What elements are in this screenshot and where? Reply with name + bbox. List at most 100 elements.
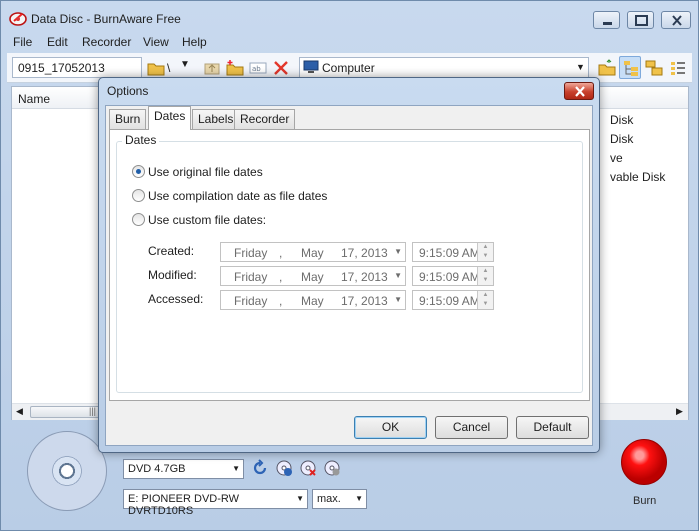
delete-icon[interactable] xyxy=(272,59,290,77)
list-item[interactable]: Disk xyxy=(610,132,633,146)
radio-button[interactable] xyxy=(132,213,145,226)
disc-icon xyxy=(27,431,107,511)
separator: , xyxy=(279,270,283,284)
minimize-icon xyxy=(603,22,612,25)
speed-select[interactable]: max. ▼ xyxy=(312,489,367,509)
chevron-down-icon: ▼ xyxy=(394,271,402,280)
spin-buttons[interactable]: ▲ ▼ xyxy=(477,243,493,261)
group-label: Dates xyxy=(122,133,160,147)
tab-recorder[interactable]: Recorder xyxy=(234,109,296,129)
speed-value: max. xyxy=(317,493,341,505)
computer-icon xyxy=(303,60,319,73)
drive-select[interactable]: E: PIONEER DVD-RW DVRTD10RS ▼ xyxy=(123,489,308,517)
rename-icon[interactable]: ab xyxy=(249,59,267,77)
erase-disc-icon[interactable] xyxy=(299,459,317,477)
maximize-button[interactable] xyxy=(627,11,654,29)
burn-button[interactable] xyxy=(621,439,667,485)
tab-panel-dates: Dates Use original file dates Use compil… xyxy=(109,129,590,401)
menu-recorder[interactable]: Recorder xyxy=(82,35,131,49)
created-label: Created: xyxy=(148,244,195,258)
chevron-down-icon: ▼ xyxy=(576,62,585,72)
new-folder-icon[interactable] xyxy=(226,59,244,77)
options-dialog: Options Burn Dates Labels Recorder Dates… xyxy=(98,77,600,453)
month: May xyxy=(301,246,324,260)
tab-labels[interactable]: Labels xyxy=(192,109,240,129)
dialog-close-button[interactable] xyxy=(564,82,594,100)
location-select[interactable]: Computer ▼ xyxy=(299,57,589,78)
location-text: Computer xyxy=(322,61,375,75)
menu-view[interactable]: View xyxy=(143,35,169,49)
dialog-title: Options xyxy=(107,84,149,98)
column-name[interactable]: Name xyxy=(18,92,50,106)
accessed-label: Accessed: xyxy=(148,292,204,306)
folder-open-icon[interactable] xyxy=(147,59,165,77)
eject-disc-icon[interactable] xyxy=(323,459,341,477)
list-item[interactable]: vable Disk xyxy=(610,170,665,184)
radio-button[interactable] xyxy=(132,165,145,178)
list-view-icon[interactable] xyxy=(669,59,687,77)
radio-label: Use compilation date as file dates xyxy=(148,189,328,203)
month: May xyxy=(301,294,324,308)
separator: , xyxy=(279,294,283,308)
chevron-down-icon: ▼ xyxy=(394,247,402,256)
weekday: Friday xyxy=(234,270,268,284)
created-date-picker[interactable]: Friday , May 17, 2013 ▼ xyxy=(220,242,406,262)
modified-label: Modified: xyxy=(148,268,197,282)
close-button[interactable] xyxy=(661,11,691,29)
maximize-icon xyxy=(635,15,648,26)
created-time-picker[interactable]: 9:15:09 AM ▲ ▼ xyxy=(412,242,494,262)
menu-help[interactable]: Help xyxy=(182,35,207,49)
modified-time-picker[interactable]: 9:15:09 AM ▲ ▼ xyxy=(412,266,494,286)
menu-bar: File Edit Recorder View Help xyxy=(7,33,692,53)
modified-date-picker[interactable]: Friday , May 17, 2013 ▼ xyxy=(220,266,406,286)
folder-up-icon[interactable] xyxy=(598,59,616,77)
scroll-left-icon[interactable]: ◀ xyxy=(16,406,23,417)
chevron-down-icon[interactable]: ▼ xyxy=(180,59,190,70)
drive-value: E: PIONEER DVD-RW DVRTD10RS xyxy=(128,493,240,517)
radio-button[interactable] xyxy=(132,189,145,202)
disc-label-input[interactable] xyxy=(12,57,142,78)
disc-type-select[interactable]: DVD 4.7GB ▼ xyxy=(123,459,244,479)
refresh-icon[interactable] xyxy=(251,459,269,477)
separator: , xyxy=(279,246,283,260)
chevron-down-icon: ▼ xyxy=(355,494,363,503)
folder-stack-icon[interactable] xyxy=(645,59,663,77)
spin-buttons[interactable]: ▲ ▼ xyxy=(477,267,493,285)
scroll-right-icon[interactable]: ▶ xyxy=(676,406,683,417)
weekday: Friday xyxy=(234,246,268,260)
burn-label: Burn xyxy=(633,495,657,507)
list-item[interactable]: Disk xyxy=(610,113,633,127)
accessed-time-picker[interactable]: 9:15:09 AM ▲ ▼ xyxy=(412,290,494,310)
list-item[interactable]: ve xyxy=(610,151,623,165)
title-bar: Data Disc - BurnAware Free xyxy=(1,1,698,33)
tab-dates[interactable]: Dates xyxy=(148,106,192,130)
disc-type-value: DVD 4.7GB xyxy=(128,463,186,475)
menu-file[interactable]: File xyxy=(13,35,32,49)
cancel-button[interactable]: Cancel xyxy=(435,416,508,439)
tree-view-icon xyxy=(624,61,638,76)
default-button[interactable]: Default xyxy=(516,416,589,439)
time: 9:15:09 AM xyxy=(419,270,480,284)
accessed-date-picker[interactable]: Friday , May 17, 2013 ▼ xyxy=(220,290,406,310)
day-year: 17, 2013 xyxy=(341,246,388,260)
path-separator: \ xyxy=(167,61,171,75)
spin-buttons[interactable]: ▲ ▼ xyxy=(477,291,493,309)
folder-up-icon[interactable] xyxy=(203,59,221,77)
tab-burn[interactable]: Burn xyxy=(109,109,147,129)
view-tree-button[interactable] xyxy=(619,56,641,79)
window-title: Data Disc - BurnAware Free xyxy=(31,12,181,26)
close-icon xyxy=(672,15,682,26)
dialog-body: Burn Dates Labels Recorder Dates Use ori… xyxy=(105,105,593,446)
scroll-grip: ||| xyxy=(89,406,97,416)
weekday: Friday xyxy=(234,294,268,308)
svg-text:ab: ab xyxy=(252,65,261,73)
chevron-down-icon: ▼ xyxy=(394,295,402,304)
chevron-down-icon: ▼ xyxy=(296,494,304,503)
disc-info-icon[interactable] xyxy=(275,459,293,477)
ok-button[interactable]: OK xyxy=(354,416,427,439)
day-year: 17, 2013 xyxy=(341,270,388,284)
minimize-button[interactable] xyxy=(593,11,620,29)
menu-edit[interactable]: Edit xyxy=(47,35,68,49)
close-icon xyxy=(575,86,585,97)
burnaware-logo-icon xyxy=(9,12,27,26)
